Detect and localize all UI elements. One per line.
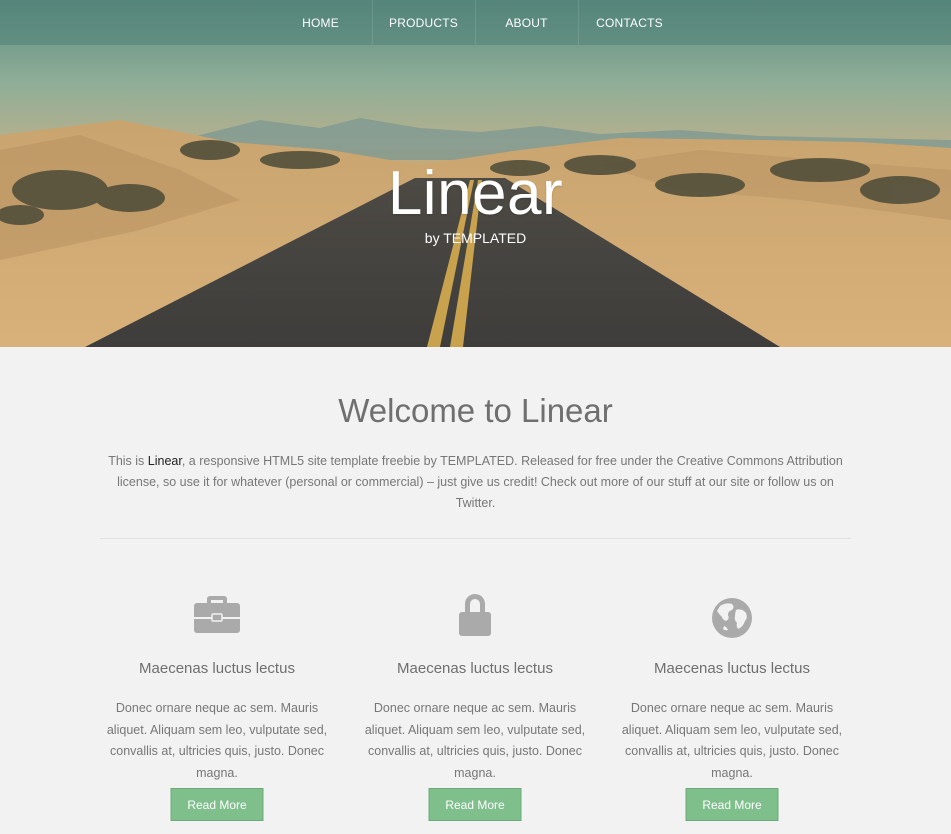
briefcase-icon [194,596,240,633]
section-divider [100,538,851,539]
hero-subtitle: by TEMPLATED [424,230,527,246]
nav-item-contacts[interactable]: CONTACTS [578,0,681,45]
feature-title: Maecenas luctus lectus [654,660,810,677]
nav-link-contacts[interactable]: CONTACTS [596,16,663,30]
feature-text: Donec ornare neque ac sem. Mauris alique… [621,701,843,780]
nav-item-products[interactable]: PRODUCTS [372,0,475,45]
intro-paragraph: This is Linear, a responsive HTML5 site … [100,451,851,514]
feature-card-2: Maecenas luctus lectus Donec ornare nequ… [355,590,595,821]
nav-link-products[interactable]: PRODUCTS [389,16,458,30]
hero-banner: HOME PRODUCTS ABOUT CONTACTS Linear by T… [0,0,951,347]
lock-icon [459,594,491,636]
read-more-button[interactable]: Read More [685,788,779,821]
nav-item-home[interactable]: HOME [269,0,372,45]
feature-text: Donec ornare neque ac sem. Mauris alique… [364,701,586,780]
intro-text-before: This is [108,454,148,468]
nav-link-home[interactable]: HOME [302,16,339,30]
top-navigation: HOME PRODUCTS ABOUT CONTACTS [0,0,951,45]
nav-link-about[interactable]: ABOUT [505,16,547,30]
globe-icon [712,598,752,638]
read-more-button[interactable]: Read More [170,788,264,821]
intro-brand-name: Linear [147,454,182,468]
welcome-title: Welcome to Linear [338,392,613,429]
hero-title: Linear [387,159,564,228]
feature-title: Maecenas luctus lectus [139,660,295,677]
feature-card-1: Maecenas luctus lectus Donec ornare nequ… [97,590,337,821]
feature-card-3: Maecenas luctus lectus Donec ornare nequ… [612,590,852,821]
feature-title: Maecenas luctus lectus [397,660,553,677]
read-more-button[interactable]: Read More [428,788,522,821]
feature-text: Donec ornare neque ac sem. Mauris alique… [106,701,328,780]
nav-item-about[interactable]: ABOUT [475,0,578,45]
intro-text-after: , a responsive HTML5 site template freeb… [117,454,843,510]
